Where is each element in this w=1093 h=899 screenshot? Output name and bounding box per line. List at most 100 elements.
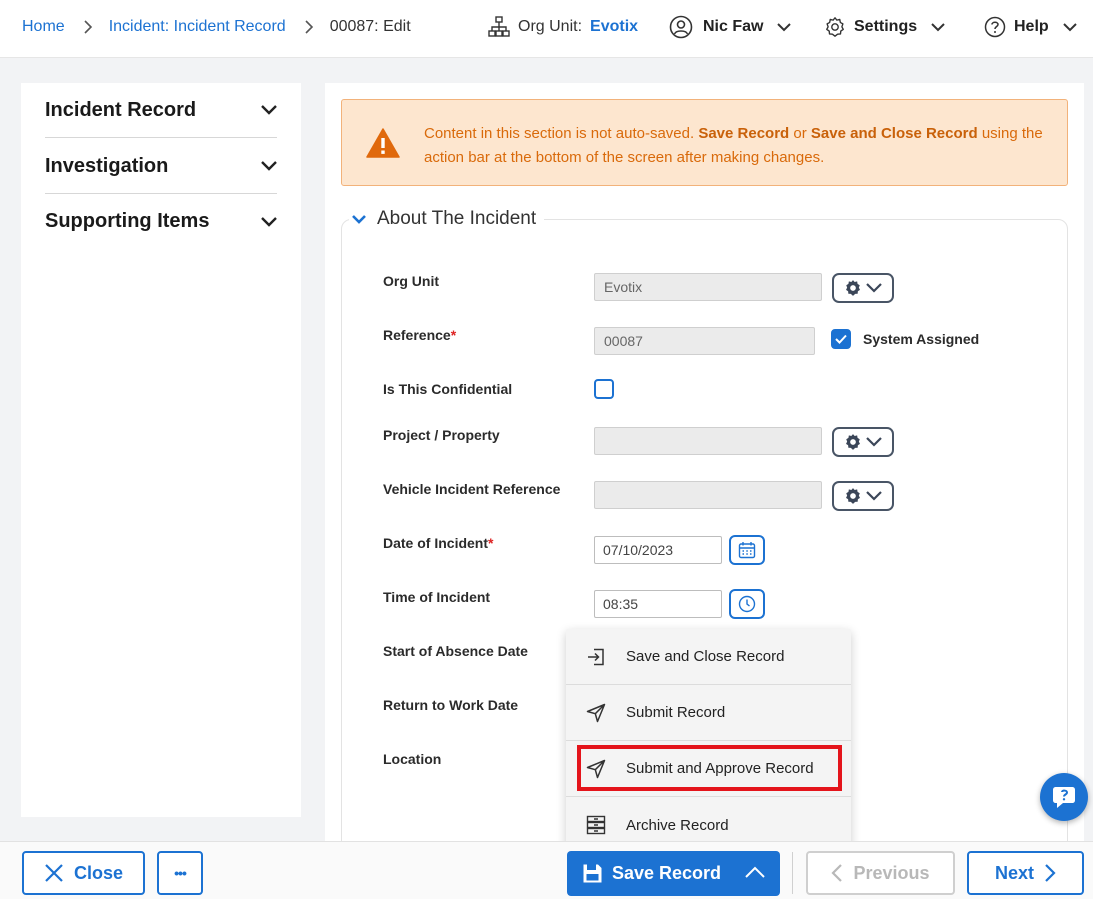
chevron-down-icon [261,216,277,227]
more-actions-button[interactable]: ••• [157,851,203,895]
nav-item-incident-record[interactable]: Incident Record [45,83,277,138]
gear-icon [844,433,862,451]
date-of-incident-label: Date of Incident* [383,535,494,551]
org-unit-selector[interactable]: Org Unit: Evotix [488,0,638,54]
save-options-menu: Save and Close Record Submit Record Subm… [566,629,851,853]
section-header-about-incident[interactable]: About The Incident [349,207,545,231]
close-button[interactable]: Close [22,851,145,895]
system-assigned-label: System Assigned [863,331,980,347]
support-chat-button[interactable] [1040,773,1088,821]
project-property-field[interactable] [594,427,822,455]
chevron-down-icon [261,105,277,115]
breadcrumb-module[interactable]: Incident: Incident Record [109,18,286,36]
save-record-label: Save Record [612,863,722,883]
user-name: Nic Faw [703,18,764,35]
breadcrumb-home[interactable]: Home [22,18,65,36]
nav-item-investigation[interactable]: Investigation [45,139,277,194]
sign-in-icon [566,648,626,666]
menu-item-submit[interactable]: Submit Record [566,685,851,741]
help-label: Help [1014,18,1049,35]
help-menu[interactable]: Help [984,0,1077,54]
save-record-button[interactable]: Save Record [567,851,780,896]
nav-item-label: Supporting Items [45,210,210,232]
project-property-label: Project / Property [383,427,500,443]
floppy-disk-icon [582,863,603,884]
checkmark-icon [835,334,847,344]
chevron-down-icon [777,22,792,32]
clock-icon [738,595,756,613]
previous-button[interactable]: Previous [806,851,955,895]
archive-icon [566,815,626,835]
section-nav: Incident Record Investigation Supporting… [21,83,301,817]
gear-icon [844,279,862,297]
settings-menu[interactable]: Settings [824,0,945,54]
confidential-label: Is This Confidential [383,381,513,397]
nav-item-label: Investigation [45,154,169,177]
paper-plane-icon [566,703,626,723]
return-to-work-label: Return to Work Date [383,697,519,713]
chevron-down-icon [866,491,882,501]
breadcrumb-current: 00087: Edit [329,18,411,35]
org-unit-value[interactable]: Evotix [590,18,638,36]
warning-save-record: Save Record [698,125,790,142]
warning-text: Content in this section is not auto-save… [424,125,1043,166]
chevron-down-icon [261,161,277,171]
date-picker-button[interactable] [729,535,765,565]
divider [792,852,793,894]
system-assigned-checkbox[interactable] [831,329,851,349]
location-label: Location [383,751,442,767]
chevron-left-icon [831,863,843,883]
question-circle-icon [984,16,1006,38]
chevron-down-icon [866,283,882,293]
breadcrumb-separator-icon [83,20,93,34]
settings-label: Settings [854,18,918,35]
nav-item-supporting-items[interactable]: Supporting Items [45,194,277,249]
time-of-incident-input[interactable]: 08:35 [594,590,722,618]
confidential-checkbox[interactable] [594,379,614,399]
nav-item-label: Incident Record [45,98,197,121]
org-chart-icon [488,16,510,38]
next-button[interactable]: Next [967,851,1084,895]
menu-item-label: Submit Record [626,704,726,721]
previous-label: Previous [853,862,930,883]
section-title: About The Incident [377,208,537,229]
breadcrumb-separator-icon [304,20,314,34]
menu-item-label: Save and Close Record [626,648,785,665]
start-of-absence-label: Start of Absence Date [383,643,528,659]
chat-help-icon [1050,783,1078,811]
menu-item-save-and-close[interactable]: Save and Close Record [566,629,851,685]
reference-label: Reference* [383,327,457,343]
chevron-down-icon [931,22,945,32]
required-marker: * [450,327,457,343]
time-of-incident-label: Time of Incident [383,589,491,605]
chevron-down-icon [866,437,882,447]
time-picker-button[interactable] [729,589,765,619]
project-options-button[interactable] [832,427,894,457]
autosave-warning: Content in this section is not auto-save… [341,99,1068,186]
top-bar: Home Incident: Incident Record 00087: Ed… [0,0,1093,58]
next-label: Next [994,862,1034,883]
vehicle-reference-label: Vehicle Incident Reference [383,481,561,497]
org-unit-label: Org Unit: [518,18,583,35]
user-icon [669,15,693,39]
vehicle-reference-field[interactable] [594,481,822,509]
calendar-icon [738,541,756,559]
warning-save-close: Save and Close Record [810,125,978,142]
chevron-down-icon [351,214,367,224]
org-unit-label: Org Unit [383,273,439,289]
gear-icon [844,487,862,505]
gear-icon [824,16,846,38]
close-label: Close [73,862,124,883]
vehicle-options-button[interactable] [832,481,894,511]
menu-item-label: Archive Record [626,816,729,834]
user-menu[interactable]: Nic Faw [669,0,792,54]
date-of-incident-input[interactable]: 07/10/2023 [594,536,722,564]
chevron-down-icon [1062,22,1077,32]
breadcrumb: Home Incident: Incident Record 00087: Ed… [22,0,411,54]
chevron-right-icon [1044,863,1056,883]
chevron-up-icon[interactable] [745,866,765,879]
close-icon [44,863,64,883]
reference-field: 00087 [594,327,815,355]
org-unit-options-button[interactable] [832,273,894,303]
required-marker: * [488,535,494,551]
